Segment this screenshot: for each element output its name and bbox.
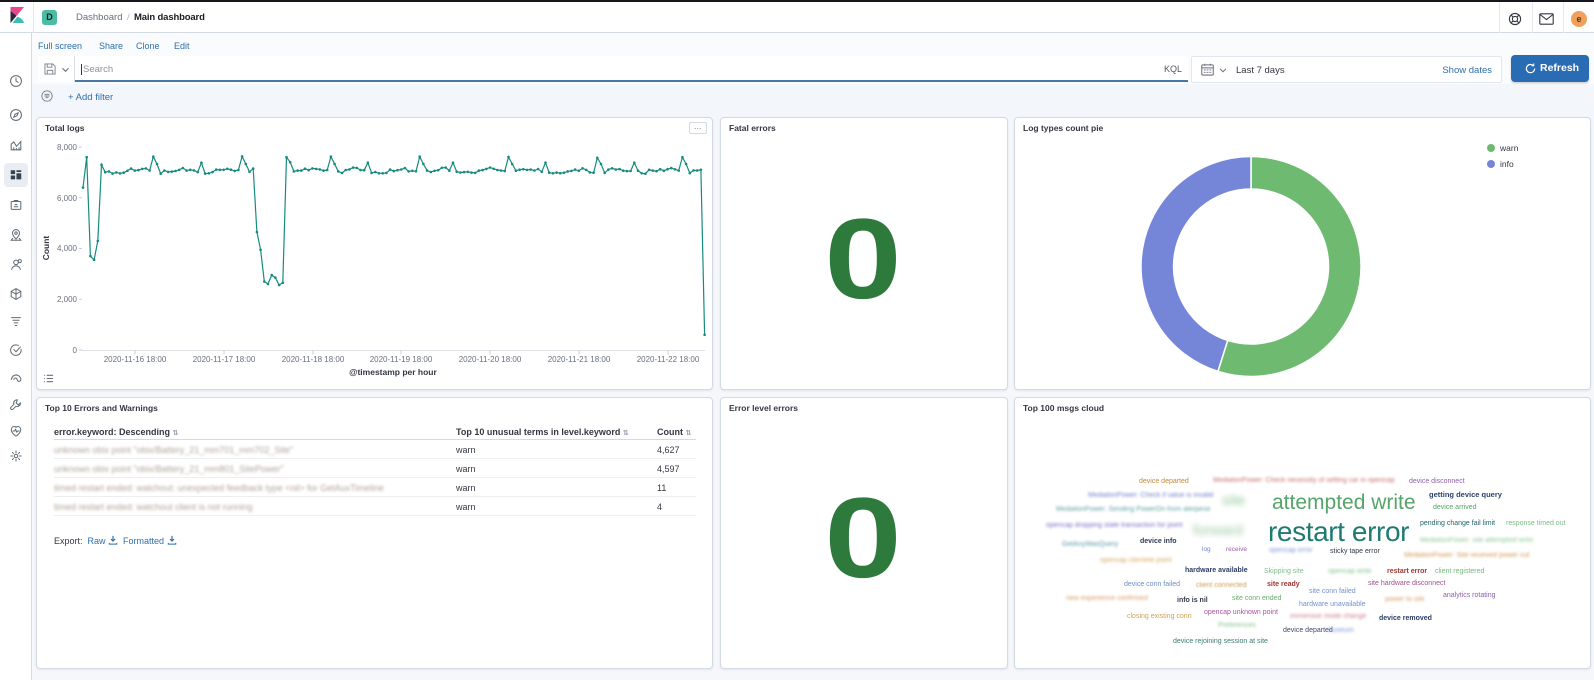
svg-text:@timestamp per hour: @timestamp per hour — [349, 367, 437, 377]
svg-text:info: info — [1500, 159, 1514, 169]
svg-text:2020-11-16 18:00: 2020-11-16 18:00 — [104, 355, 167, 364]
svg-text:warn: warn — [1499, 143, 1519, 153]
svg-text:2020-11-22 18:00: 2020-11-22 18:00 — [637, 355, 700, 364]
svg-text:2020-11-18 18:00: 2020-11-18 18:00 — [282, 355, 345, 364]
svg-text:4,000: 4,000 — [57, 244, 78, 253]
svg-text:2,000: 2,000 — [57, 295, 78, 304]
svg-text:Count: Count — [41, 236, 51, 261]
svg-text:0: 0 — [73, 346, 78, 355]
svg-text:8,000: 8,000 — [57, 143, 78, 152]
svg-text:2020-11-20 18:00: 2020-11-20 18:00 — [459, 355, 522, 364]
svg-text:2020-11-19 18:00: 2020-11-19 18:00 — [370, 355, 433, 364]
svg-text:6,000: 6,000 — [57, 194, 78, 203]
svg-text:2020-11-21 18:00: 2020-11-21 18:00 — [548, 355, 611, 364]
svg-text:2020-11-17 18:00: 2020-11-17 18:00 — [193, 355, 256, 364]
